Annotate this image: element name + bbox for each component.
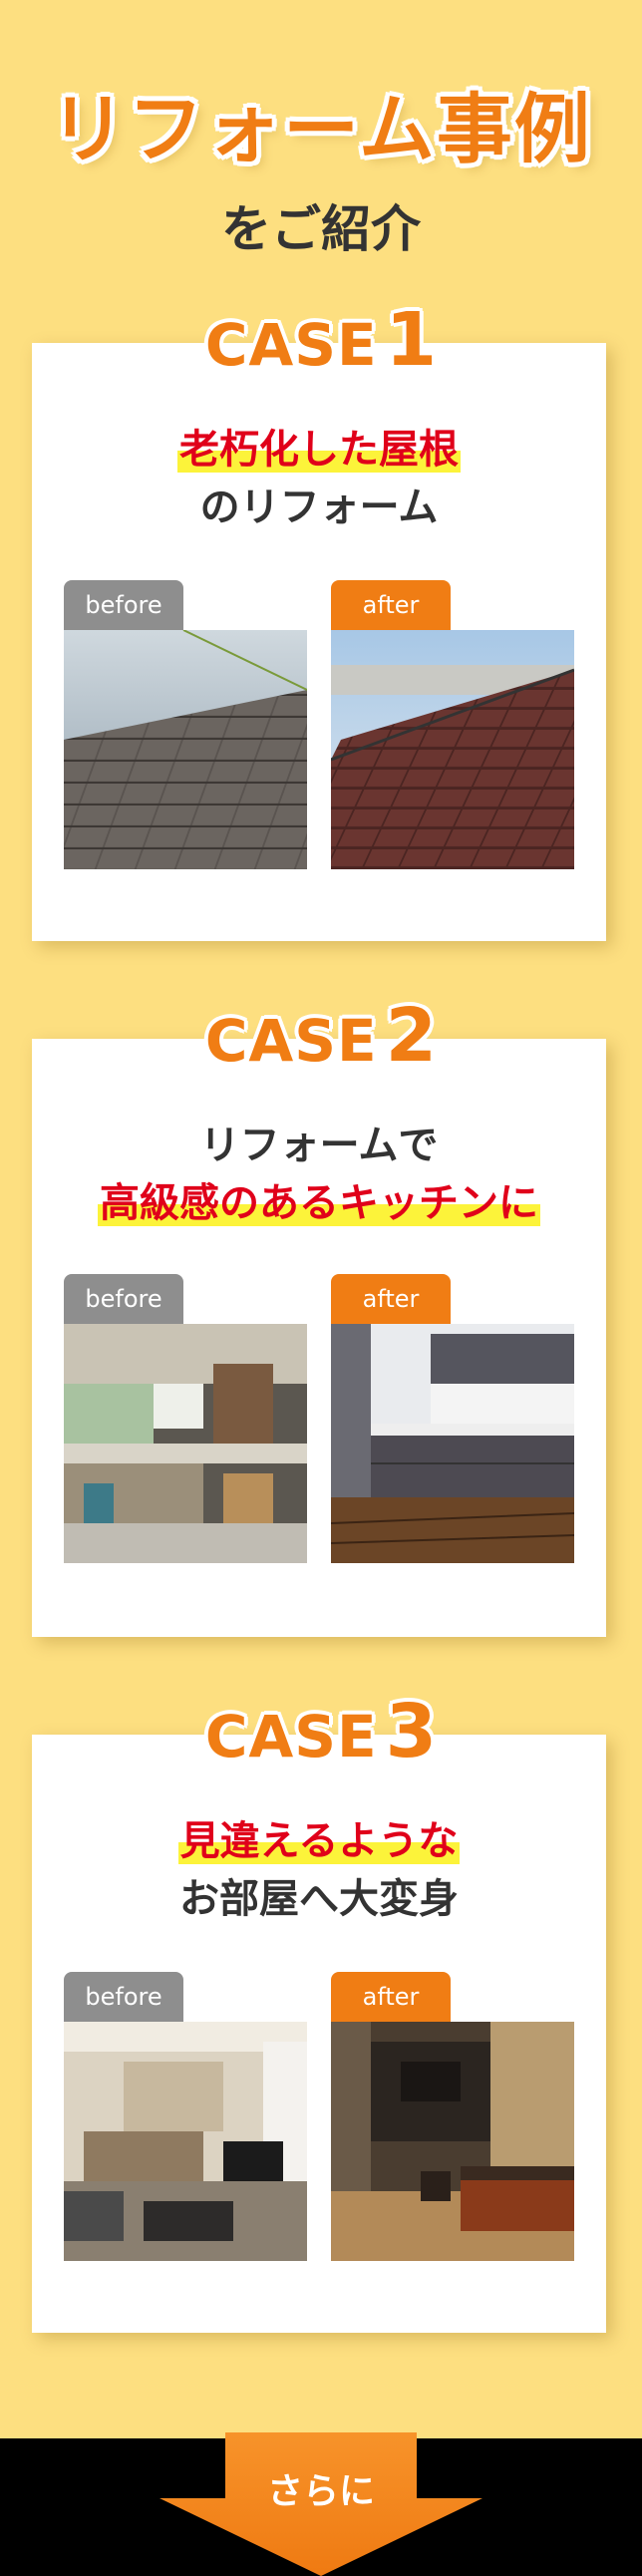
- case-word: CASE: [204, 1703, 378, 1771]
- case-2-after-tag: after: [331, 1274, 451, 1324]
- case-number: 2: [385, 993, 438, 1079]
- case-1-after-tag: after: [331, 580, 451, 630]
- case-number: 1: [385, 297, 438, 383]
- page-subtitle: をご紹介: [221, 200, 421, 258]
- room-before-image: [64, 2022, 307, 2261]
- more-label[interactable]: さらに: [160, 2462, 482, 2514]
- case-2-heading: リフォームで 高級感のあるキッチンに: [32, 1117, 606, 1232]
- case-1-heading: 老朽化した屋根 のリフォーム: [32, 421, 606, 536]
- case-2-card: リフォームで 高級感のあるキッチンに before after: [32, 1039, 606, 1637]
- case-3-after-tag: after: [331, 1972, 451, 2022]
- case-2-heading-plain: リフォームで: [199, 1123, 439, 1168]
- reform-cases-section: { "header": { "title": "リフォーム事例", "subti…: [0, 0, 642, 2576]
- kitchen-after-image: [331, 1324, 574, 1563]
- case-1-before-photo: [64, 630, 307, 869]
- roof-before-image: [64, 630, 307, 869]
- case-1-card: 老朽化した屋根 のリフォーム before after: [32, 343, 606, 941]
- case-3-label: CASE 3: [0, 1689, 642, 1774]
- case-word: CASE: [204, 1007, 378, 1075]
- page-title: リフォーム事例: [50, 85, 592, 173]
- kitchen-before-image: [64, 1324, 307, 1563]
- case-1-heading-highlight: 老朽化した屋根: [177, 427, 461, 473]
- case-2-heading-highlight: 高級感のあるキッチンに: [98, 1180, 540, 1226]
- case-1-after-photo: [331, 630, 574, 869]
- case-3-heading-highlight: 見違えるような: [177, 1818, 461, 1864]
- case-1-before-tag: before: [64, 580, 183, 630]
- case-3-before-tag: before: [64, 1972, 183, 2022]
- case-3-before-photo: [64, 2022, 307, 2261]
- case-word: CASE: [204, 311, 378, 379]
- case-2-before-tag: before: [64, 1274, 183, 1324]
- case-2-label: CASE 2: [0, 993, 642, 1079]
- roof-after-image: [331, 630, 574, 869]
- case-3-heading: 見違えるような お部屋へ大変身: [32, 1812, 606, 1928]
- case-number: 3: [385, 1689, 438, 1774]
- case-1-heading-plain: のリフォーム: [199, 484, 439, 530]
- case-3-after-photo: [331, 2022, 574, 2261]
- case-1-label: CASE 1: [0, 297, 642, 383]
- case-3-heading-plain: お部屋へ大変身: [179, 1876, 459, 1922]
- room-after-image: [331, 2022, 574, 2261]
- case-3-card: 見違えるような お部屋へ大変身 before after: [32, 1735, 606, 2333]
- case-2-after-photo: [331, 1324, 574, 1563]
- case-2-before-photo: [64, 1324, 307, 1563]
